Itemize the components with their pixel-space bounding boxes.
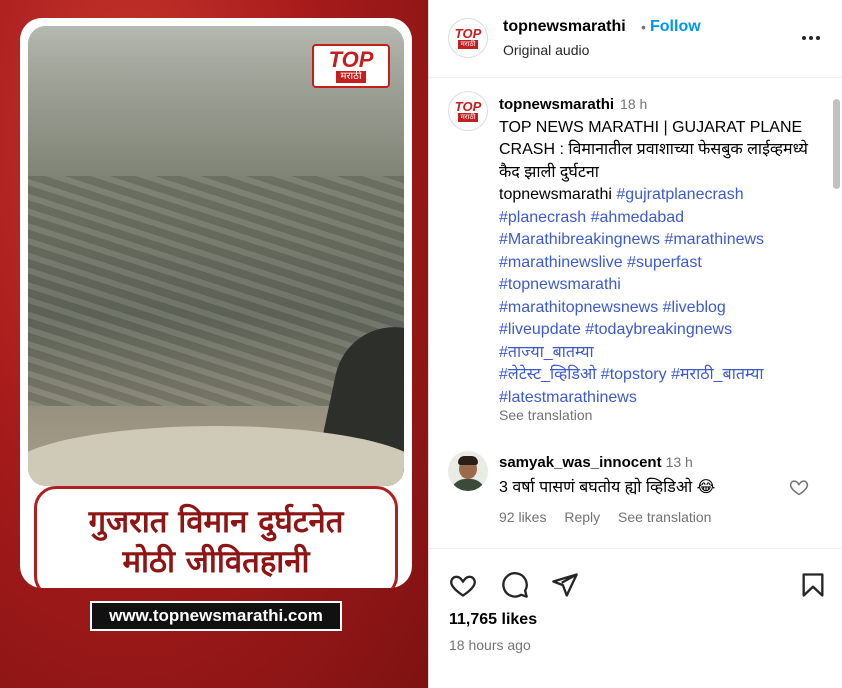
avatar-logo-top: TOP [454, 26, 482, 41]
post-media[interactable]: TOP मराठी गुजरात विमान दुर्घटनेत मोठी जी… [0, 0, 428, 688]
hashtag-link[interactable]: #todaybreakingnews [585, 321, 732, 338]
audio-label[interactable]: Original audio [503, 42, 589, 58]
avatar-shirt [451, 479, 485, 491]
video-frame[interactable]: TOP मराठी [28, 26, 404, 486]
like-heart-icon[interactable] [449, 571, 477, 599]
avatar-logo-sub: मराठी [457, 40, 479, 49]
headline-box: गुजरात विमान दुर्घटनेत मोठी जीवितहानी [34, 486, 398, 588]
comment-meta: 92 likes Reply See translation [499, 509, 725, 525]
hashtag-link[interactable]: #gujratplanecrash [616, 186, 743, 203]
hashtag-link[interactable]: #superfast [627, 254, 702, 271]
hashtag-link[interactable]: #marathitopnewsnews [499, 299, 658, 316]
hashtag-link[interactable]: #Marathibreakingnews [499, 231, 660, 248]
website-badge: www.topnewsmarathi.com [90, 601, 342, 631]
caption-time: 18 h [620, 96, 648, 112]
hashtag-link[interactable]: #latestmarathinews [499, 389, 637, 406]
hashtag-list: topnewsmarathi #gujratplanecrash #planec… [499, 184, 819, 409]
comment-see-translation[interactable]: See translation [618, 509, 711, 525]
hashtag-link[interactable]: #ताज्या_बातम्या [499, 344, 594, 361]
channel-logo-watermark: TOP मराठी [312, 44, 390, 88]
caption-body: topnewsmarathi 18 h TOP NEWS MARATHI | GU… [499, 93, 819, 409]
scrollbar-thumb[interactable] [833, 99, 840, 189]
comment-reply-button[interactable]: Reply [564, 509, 600, 525]
hashtag-link[interactable]: #लेटेस्ट_व्हिडिओ [499, 366, 596, 383]
avatar-logo-top: TOP [454, 99, 482, 114]
hashtag-link[interactable]: #ahmedabad [591, 209, 684, 226]
action-bar [429, 563, 842, 607]
commenter-avatar[interactable] [448, 451, 488, 491]
author-avatar[interactable]: TOP मराठी [448, 18, 488, 58]
hashtag-link[interactable]: #marathinewslive [499, 254, 623, 271]
comment-text: 3 वर्षा पासणं बघतोय ह्यो व्हिडिओ 😂 [499, 479, 716, 496]
commenter-username[interactable]: samyak_was_innocent [499, 454, 662, 471]
comments-section[interactable]: TOP मराठी topnewsmarathi 18 h TOP NEWS MA… [429, 79, 842, 549]
avatar-logo-sub: मराठी [457, 113, 479, 122]
more-options-icon[interactable] [799, 26, 823, 50]
comment-heart-icon[interactable] [789, 477, 809, 497]
comment-header: samyak_was_innocent 13 h [499, 454, 693, 472]
hashtag-link[interactable]: #topstory [601, 366, 667, 383]
caption-username[interactable]: topnewsmarathi [499, 96, 614, 113]
post-side-panel: TOP मराठी topnewsmarathi • Follow Origin… [428, 0, 842, 688]
caption-text: TOP NEWS MARATHI | GUJARAT PLANE CRASH :… [499, 118, 808, 181]
headline-line-1: गुजरात विमान दुर्घटनेत [88, 504, 344, 540]
follow-button[interactable]: Follow [650, 18, 701, 36]
hashtag-link[interactable]: #liveupdate [499, 321, 581, 338]
share-send-icon[interactable] [551, 571, 579, 599]
caption-mention[interactable]: topnewsmarathi [499, 186, 612, 203]
video-card: TOP मराठी गुजरात विमान दुर्घटनेत मोठी जी… [20, 18, 412, 588]
comment-time: 13 h [665, 454, 693, 470]
separator-dot: • [641, 19, 646, 35]
hashtag-link[interactable]: #planecrash [499, 209, 586, 226]
hashtag-link[interactable]: #topnewsmarathi [499, 276, 621, 293]
caption-see-translation[interactable]: See translation [499, 407, 592, 423]
save-bookmark-icon[interactable] [799, 571, 827, 599]
post-timestamp[interactable]: 18 hours ago [449, 637, 531, 653]
hashtag-link[interactable]: #liveblog [663, 299, 726, 316]
post-header: TOP मराठी topnewsmarathi • Follow Origin… [429, 0, 842, 78]
hashtag-link[interactable]: #marathinews [664, 231, 764, 248]
headline-line-2: मोठी जीवितहानी [122, 544, 310, 580]
logo-text-top: TOP [328, 47, 374, 72]
hashtag-link[interactable]: #मराठी_बातम्या [671, 366, 764, 383]
author-username[interactable]: topnewsmarathi [503, 18, 626, 36]
caption-author-avatar[interactable]: TOP मराठी [448, 91, 488, 131]
like-count[interactable]: 11,765 likes [449, 611, 537, 629]
logo-text-sub: मराठी [336, 71, 366, 83]
comment-bubble-icon[interactable] [501, 571, 529, 599]
avatar-hair [458, 456, 478, 465]
comment-likes[interactable]: 92 likes [499, 509, 546, 525]
